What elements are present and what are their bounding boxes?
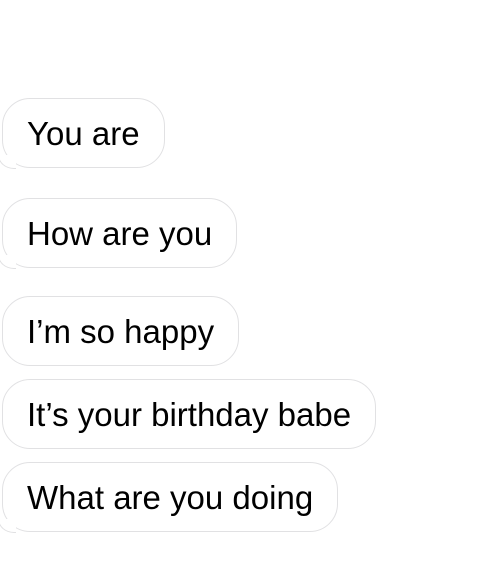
- message-text: How are you: [27, 214, 213, 252]
- message-text: You are: [27, 114, 140, 152]
- incoming-message-bubble[interactable]: How are you: [0, 198, 238, 269]
- message-thread: You are How are you I’m so happy It’s yo…: [0, 0, 486, 577]
- incoming-message-bubble[interactable]: I’m so happy: [2, 296, 240, 366]
- incoming-message-bubble[interactable]: What are you doing: [0, 462, 339, 533]
- incoming-message-bubble[interactable]: You are: [0, 98, 165, 169]
- incoming-message-bubble[interactable]: It’s your birthday babe: [2, 379, 377, 449]
- message-text: What are you doing: [27, 478, 314, 516]
- message-text: It’s your birthday babe: [27, 395, 352, 433]
- message-text: I’m so happy: [27, 312, 215, 350]
